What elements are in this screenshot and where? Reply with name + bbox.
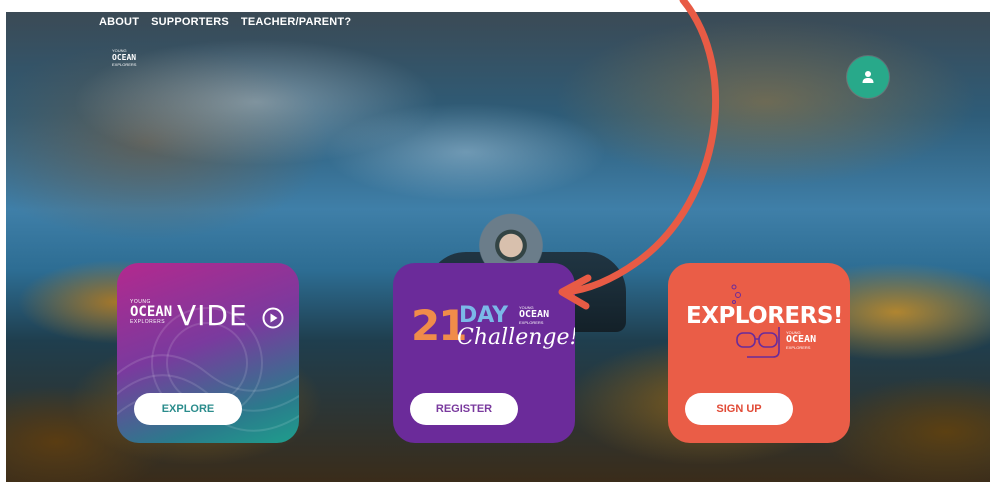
card-challenge: 21 DAY YOUNG OCEAN EXPLORERS Challenge! … bbox=[393, 263, 575, 443]
explorers-brand-ocean: OCEAN bbox=[786, 334, 817, 345]
user-account-button[interactable] bbox=[847, 56, 889, 98]
top-strip bbox=[0, 0, 996, 12]
challenge-title: Challenge! bbox=[457, 325, 575, 350]
card-explorers: EXPLORERS! YOUNG OCEAN EXPLORERS SIGN UP bbox=[668, 263, 850, 443]
challenge-brand: YOUNG OCEAN EXPLORERS bbox=[519, 305, 549, 325]
explorers-brand-explorers: EXPLORERS bbox=[786, 345, 811, 350]
user-icon bbox=[862, 71, 874, 83]
logo-tagline: EXPLORERS bbox=[112, 62, 137, 67]
card-video: YOUNG OCEAN EXPLORERS VIDE EXPLORE bbox=[117, 263, 299, 443]
play-icon bbox=[262, 307, 284, 329]
nav-supporters[interactable]: SUPPORTERS bbox=[151, 16, 229, 28]
top-nav: ABOUT SUPPORTERS TEACHER/PARENT? bbox=[99, 16, 351, 28]
bubbles-icon bbox=[731, 284, 741, 304]
logo-ocean: OCEAN bbox=[112, 53, 137, 62]
snorkel-mask-icon bbox=[736, 327, 780, 358]
video-brand-ocean: OCEAN bbox=[130, 304, 173, 320]
sign-up-button[interactable]: SIGN UP bbox=[685, 393, 793, 425]
site-logo[interactable]: YOUNG OCEAN EXPLORERS bbox=[112, 48, 172, 72]
nav-about[interactable]: ABOUT bbox=[99, 16, 139, 28]
explorers-brand: YOUNG OCEAN EXPLORERS bbox=[786, 330, 816, 350]
explore-button[interactable]: EXPLORE bbox=[134, 393, 242, 425]
nav-teacher-parent[interactable]: TEACHER/PARENT? bbox=[241, 16, 351, 28]
video-brand: YOUNG OCEAN EXPLORERS bbox=[130, 299, 172, 325]
challenge-brand-ocean: OCEAN bbox=[519, 309, 550, 320]
register-button[interactable]: REGISTER bbox=[410, 393, 518, 425]
video-title: VIDE bbox=[177, 299, 248, 332]
